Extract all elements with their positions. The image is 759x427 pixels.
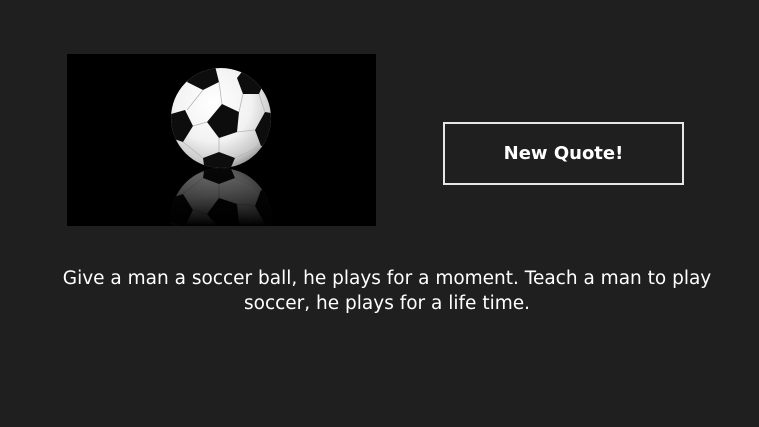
soccer-ball-icon xyxy=(67,54,376,226)
new-quote-button[interactable]: New Quote! xyxy=(443,122,684,185)
soccer-ball-image xyxy=(67,54,376,226)
quote-text: Give a man a soccer ball, he plays for a… xyxy=(62,268,712,314)
